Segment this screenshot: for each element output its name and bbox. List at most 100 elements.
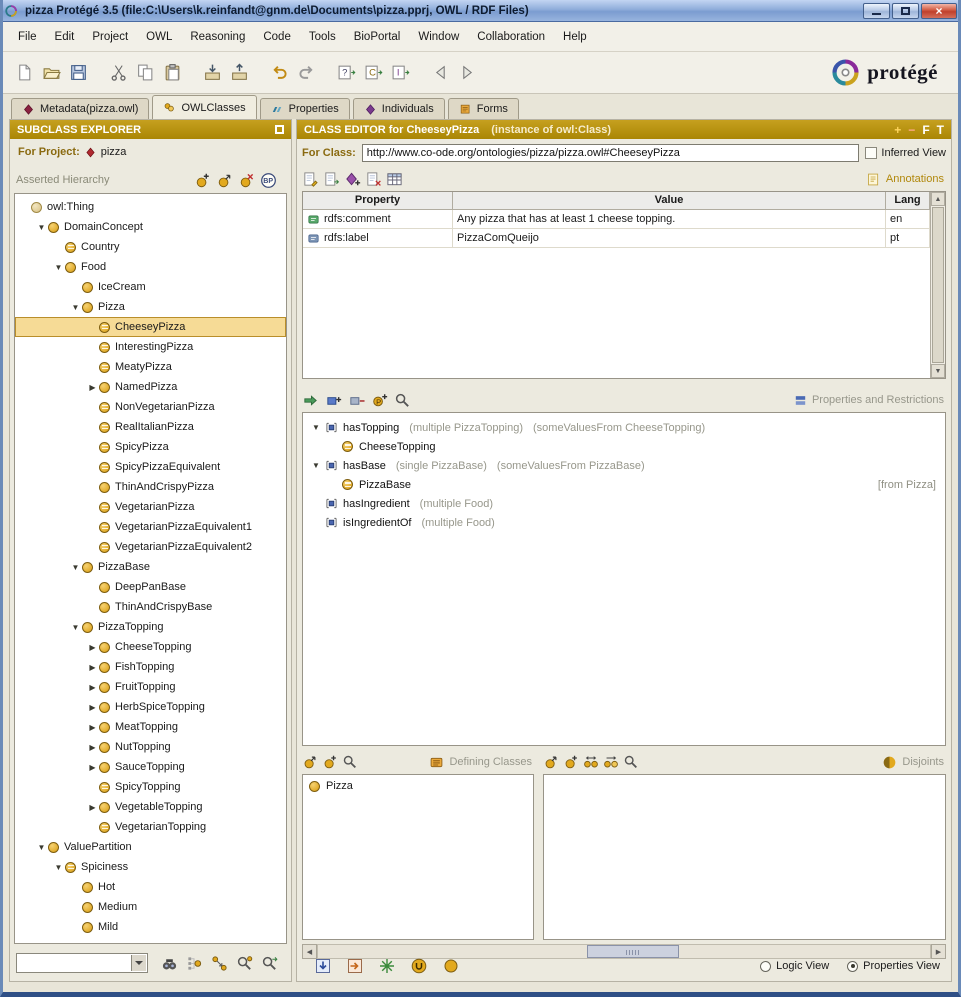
tab-individuals[interactable]: Individuals [352,98,445,119]
bioportal-icon[interactable]: BP [260,172,277,189]
tab-forms[interactable]: Forms [447,98,519,119]
annotation-row-rdfs-comment[interactable]: rdfs:comment Any pizza that has at least … [303,210,930,229]
tree-item-deeppanbase[interactable]: DeepPanBase [15,577,286,597]
collapse-arrow-icon[interactable]: ▼ [308,461,324,470]
tree-item-vegetarianpizzaequivalent2[interactable]: VegetarianPizzaEquivalent2 [15,537,286,557]
menu-reasoning[interactable]: Reasoning [181,28,254,46]
tree-item-vegetabletopping[interactable]: ▶ VegetableTopping [15,797,286,817]
expand-arrow-icon[interactable]: ▶ [86,743,99,752]
close-button[interactable]: × [921,2,957,19]
expand-arrow-icon[interactable]: ▶ [86,763,99,772]
find-class-icon[interactable] [161,955,178,972]
superclass-view-icon[interactable] [186,955,203,972]
text-widget-icon[interactable]: T [937,124,944,136]
tree-item-valuepartition[interactable]: ▼ ValuePartition [15,837,286,857]
tree-item-owl-thing[interactable]: owl:Thing [15,197,286,217]
tree-item-spicytopping[interactable]: SpicyTopping [15,777,286,797]
copy-icon[interactable] [133,60,158,85]
tree-item-country[interactable]: Country [15,237,286,257]
individual-dialog-icon[interactable]: I [388,60,413,85]
expand-arrow-icon[interactable]: ▶ [86,803,99,812]
tree-item-realitalianpizza[interactable]: RealItalianPizza [15,417,286,437]
condition-class-pizzabase[interactable]: PizzaBase [from Pizza] [303,475,945,494]
archive-project-icon[interactable] [200,60,225,85]
condition-property-isingredientof[interactable]: isIngredientOf (multiple Food) [303,513,945,532]
reasoner-icon[interactable] [378,957,396,975]
menu-bioportal[interactable]: BioPortal [345,28,410,46]
tree-item-meatypizza[interactable]: MeatyPizza [15,357,286,377]
combo-dropdown-icon[interactable] [131,955,146,971]
new-project-icon[interactable] [12,60,37,85]
collapse-arrow-icon[interactable]: ▼ [52,263,65,272]
find-class-dialog-icon[interactable] [236,955,253,972]
query-dialog-icon[interactable]: ? [334,60,359,85]
collapse-arrow-icon[interactable]: ▼ [52,863,65,872]
add-annotation-dialog-icon[interactable] [323,171,340,188]
form-widget-icon[interactable]: F [922,124,929,136]
tree-item-meattopping[interactable]: ▶ MeatTopping [15,717,286,737]
expand-arrow-icon[interactable]: ▶ [86,663,99,672]
column-header-value[interactable]: Value [453,192,886,209]
tree-item-thinandcrispypizza[interactable]: ThinAndCrispyPizza [15,477,286,497]
tree-item-fishtopping[interactable]: ▶ FishTopping [15,657,286,677]
collapse-arrow-icon[interactable]: ▼ [69,623,82,632]
scrollbar-thumb[interactable] [932,207,944,363]
tree-item-food[interactable]: ▼ Food [15,257,286,277]
tree-item-namedpizza[interactable]: ▶ NamedPizza [15,377,286,397]
menu-edit[interactable]: Edit [46,28,84,46]
open-project-icon[interactable] [39,60,64,85]
menu-help[interactable]: Help [554,28,596,46]
expand-arrow-icon[interactable]: ▶ [86,383,99,392]
tree-item-spicypizza[interactable]: SpicyPizza [15,437,286,457]
properties-view-radio[interactable]: Properties View [847,960,940,972]
tree-item-vegetariantopping[interactable]: VegetarianTopping [15,817,286,837]
extract-archive-icon[interactable] [227,60,252,85]
menu-code[interactable]: Code [254,28,300,46]
add-property-icon[interactable]: P [371,392,388,409]
goto-definition-icon[interactable] [261,955,278,972]
minimize-button[interactable] [863,2,890,19]
tree-item-mild[interactable]: Mild [15,917,286,937]
menu-project[interactable]: Project [83,28,137,46]
scroll-down-icon[interactable]: ▼ [931,364,945,378]
create-subclass-icon[interactable] [216,172,233,189]
forward-icon[interactable] [455,60,480,85]
vertical-scrollbar[interactable]: ▲ ▼ [930,192,945,378]
add-restriction-icon[interactable] [302,392,319,409]
menu-collaboration[interactable]: Collaboration [468,28,554,46]
tree-item-interestingpizza[interactable]: InterestingPizza [15,337,286,357]
tree-item-domainconcept[interactable]: ▼ DomainConcept [15,217,286,237]
menu-owl[interactable]: OWL [137,28,181,46]
delete-annotation-icon[interactable] [365,171,382,188]
tree-item-fruittopping[interactable]: ▶ FruitTopping [15,677,286,697]
menu-window[interactable]: Window [409,28,468,46]
tree-item-cheesetopping[interactable]: ▶ CheeseTopping [15,637,286,657]
add-class-icon[interactable] [322,754,338,770]
union-class-icon[interactable] [410,957,428,975]
add-class-expression-icon[interactable] [325,392,342,409]
expand-arrow-icon[interactable]: ▶ [86,723,99,732]
add-sibling-disjoints-icon[interactable] [603,754,619,770]
expand-arrow-icon[interactable]: ▶ [86,703,99,712]
scroll-up-icon[interactable]: ▲ [931,192,945,206]
export-conditions-icon[interactable] [346,957,364,975]
tree-item-vegetarianpizza[interactable]: VegetarianPizza [15,497,286,517]
tab-metadatapizzaowl[interactable]: Metadata(pizza.owl) [11,98,150,119]
add-resource-annotation-icon[interactable] [344,171,361,188]
tree-item-saucetopping[interactable]: ▶ SauceTopping [15,757,286,777]
condition-property-hasingredient[interactable]: hasIngredient (multiple Food) [303,494,945,513]
collapse-arrow-icon[interactable]: ▼ [69,563,82,572]
tree-item-cheeseypizza[interactable]: CheeseyPizza [15,317,286,337]
add-disjoint-icon[interactable] [563,754,579,770]
back-icon[interactable] [428,60,453,85]
annotation-table-icon[interactable] [386,171,403,188]
expand-arrow-icon[interactable]: ▶ [86,683,99,692]
collapse-arrow-icon[interactable]: ▼ [35,223,48,232]
column-header-property[interactable]: Property [303,192,453,209]
tree-item-nonvegetarianpizza[interactable]: NonVegetarianPizza [15,397,286,417]
paste-icon[interactable] [160,60,185,85]
undo-icon[interactable] [267,60,292,85]
defining-class-pizza[interactable]: Pizza [303,775,533,797]
tree-item-icecream[interactable]: IceCream [15,277,286,297]
tree-item-vegetarianpizzaequivalent1[interactable]: VegetarianPizzaEquivalent1 [15,517,286,537]
